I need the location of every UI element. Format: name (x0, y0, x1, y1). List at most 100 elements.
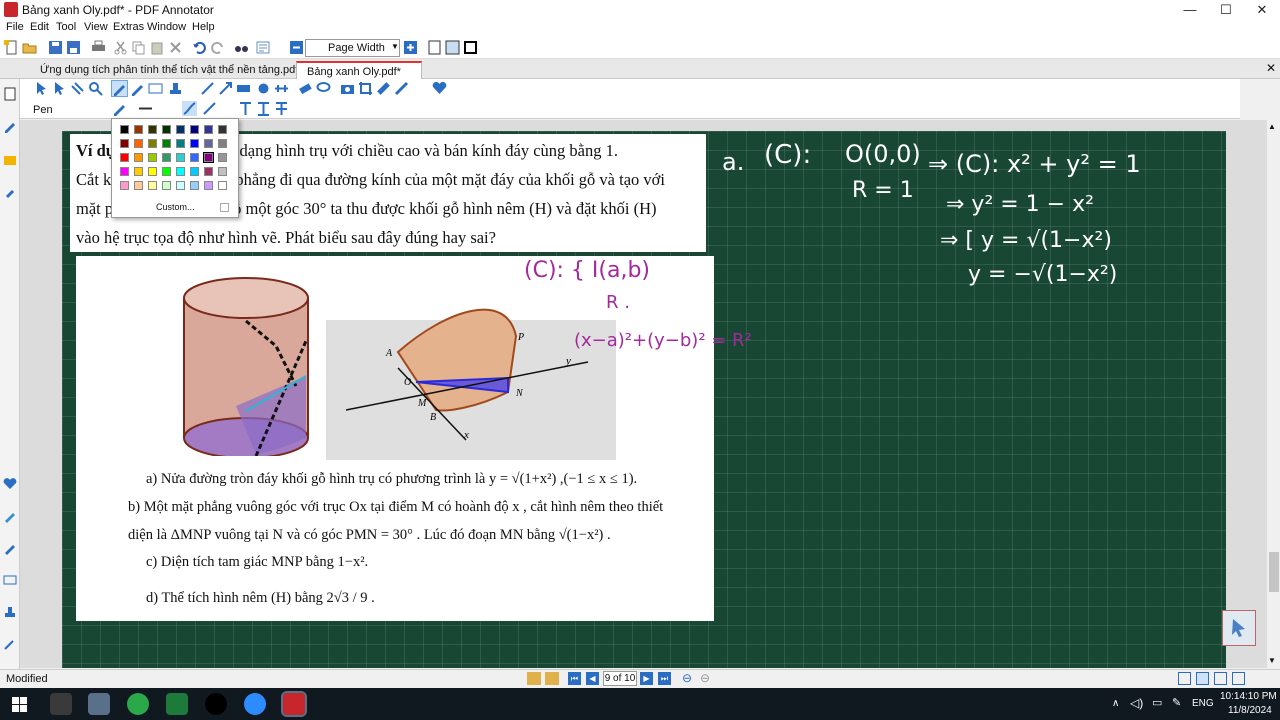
single-page-icon[interactable] (427, 40, 442, 55)
color-swatch[interactable] (120, 139, 129, 148)
color-swatch[interactable] (148, 167, 157, 176)
text-size-icon[interactable] (256, 101, 271, 116)
menu-tool[interactable]: Tool (56, 21, 76, 33)
draw-shape-icon[interactable] (394, 81, 409, 96)
print-icon[interactable] (91, 40, 106, 55)
color-swatch[interactable] (218, 153, 227, 162)
redo-icon[interactable] (210, 40, 225, 55)
maximize-button[interactable]: ☐ (1208, 0, 1244, 20)
copy-icon[interactable] (131, 40, 146, 55)
scroll-up-icon[interactable]: ▲ (1268, 122, 1276, 131)
calculator-app-icon[interactable] (50, 693, 72, 715)
select-arrow-icon[interactable] (34, 81, 49, 96)
color-swatch[interactable] (134, 153, 143, 162)
forward-icon[interactable]: ⊖ (700, 671, 710, 685)
color-swatch[interactable] (190, 153, 199, 162)
select-text-icon[interactable] (52, 81, 67, 96)
marker-icon[interactable] (3, 509, 17, 523)
pipette-icon[interactable] (3, 637, 17, 651)
clock-date[interactable]: 11/8/2024 (1228, 705, 1272, 716)
strikeout-icon[interactable] (274, 101, 289, 116)
new-file-icon[interactable] (4, 40, 19, 55)
last-page-icon[interactable]: ⏭ (658, 672, 671, 685)
color-swatch[interactable] (218, 181, 227, 190)
view-facing-continuous-icon[interactable] (1232, 672, 1245, 685)
cut-icon[interactable] (113, 40, 128, 55)
highlighter-icon[interactable] (3, 541, 17, 555)
scroll-down-icon[interactable]: ▼ (1268, 656, 1276, 665)
menu-extras[interactable]: Extras (113, 21, 144, 33)
tab-close-icon[interactable]: ✕ (1266, 61, 1276, 75)
color-swatch[interactable] (176, 125, 185, 134)
color-swatch[interactable] (120, 167, 129, 176)
paste-icon[interactable] (150, 40, 165, 55)
bookmark-icon[interactable] (527, 672, 541, 685)
color-swatch[interactable] (190, 139, 199, 148)
undo-icon[interactable] (192, 40, 207, 55)
pen-tool-icon[interactable] (111, 80, 128, 97)
stamp-tool-icon[interactable] (168, 81, 183, 96)
pen-color-icon[interactable] (112, 101, 127, 116)
page-icon[interactable] (3, 87, 17, 101)
color-swatch[interactable] (162, 181, 171, 190)
color-swatch[interactable] (176, 181, 185, 190)
rectangle-tool-icon[interactable] (236, 81, 251, 96)
pdf-annotator-app-icon[interactable] (281, 691, 307, 717)
color-swatch[interactable] (148, 153, 157, 162)
camera-tool-icon[interactable] (340, 81, 355, 96)
menu-file[interactable]: File (6, 21, 24, 33)
line-tool-icon[interactable] (200, 81, 215, 96)
prev-page-icon[interactable]: ◀ (586, 672, 599, 685)
view-continuous-icon[interactable] (1196, 672, 1209, 685)
color-swatch[interactable] (162, 167, 171, 176)
menu-edit[interactable]: Edit (30, 21, 49, 33)
color-swatch[interactable] (162, 125, 171, 134)
scroll-thumb[interactable] (1269, 552, 1279, 592)
crop-tool-icon[interactable] (358, 81, 373, 96)
volume-icon[interactable]: ◁) (1130, 696, 1143, 710)
color-swatch[interactable] (204, 181, 213, 190)
delete-icon[interactable] (168, 40, 183, 55)
favorites-heart-icon[interactable] (3, 477, 17, 491)
text-tool-icon[interactable] (148, 81, 163, 96)
first-page-icon[interactable]: ⏮ (568, 672, 581, 685)
continuous-page-icon[interactable] (445, 40, 460, 55)
color-swatch[interactable] (134, 139, 143, 148)
system-tray-chevron-icon[interactable]: ∧ (1112, 698, 1119, 709)
custom-color-swatch[interactable] (220, 203, 229, 212)
insert-space-icon[interactable] (274, 81, 289, 96)
color-swatch[interactable] (190, 181, 199, 190)
smooth-stroke-icon[interactable] (182, 101, 197, 116)
ruler-tool-icon[interactable] (376, 81, 391, 96)
close-button[interactable]: ✕ (1244, 0, 1280, 20)
next-page-icon[interactable]: ▶ (640, 672, 653, 685)
lasso-tool-icon[interactable] (316, 81, 331, 96)
text-format-icon[interactable] (238, 101, 253, 116)
menu-view[interactable]: View (84, 21, 108, 33)
chrome-app-icon[interactable] (127, 693, 149, 715)
color-swatch[interactable] (190, 125, 199, 134)
attachment-icon[interactable] (3, 187, 17, 201)
color-swatch[interactable] (148, 125, 157, 134)
zoom-app-icon[interactable] (244, 693, 266, 715)
menu-help[interactable]: Help (192, 21, 215, 33)
color-swatch[interactable] (120, 125, 129, 134)
page-number-field[interactable]: 9 of 10 (603, 671, 637, 686)
line-width-icon[interactable] (138, 101, 153, 116)
eraser-tool-icon[interactable] (298, 81, 313, 96)
app-icon-2[interactable] (88, 693, 110, 715)
color-swatch[interactable] (148, 181, 157, 190)
color-swatch[interactable] (120, 181, 129, 190)
color-swatch[interactable] (203, 152, 214, 163)
color-swatch[interactable] (204, 167, 213, 176)
color-swatch[interactable] (134, 167, 143, 176)
excel-app-icon[interactable] (166, 693, 188, 715)
zoom-select[interactable]: Page Width (305, 39, 400, 57)
pen-icon[interactable] (3, 119, 17, 133)
color-swatch[interactable] (176, 167, 185, 176)
save-all-icon[interactable] (66, 40, 81, 55)
hand-tool-icon[interactable] (70, 81, 85, 96)
pen-tray-icon[interactable]: ✎ (1172, 696, 1181, 709)
heart-favorites-icon[interactable] (432, 81, 447, 96)
arrow-tool-icon[interactable] (218, 81, 233, 96)
